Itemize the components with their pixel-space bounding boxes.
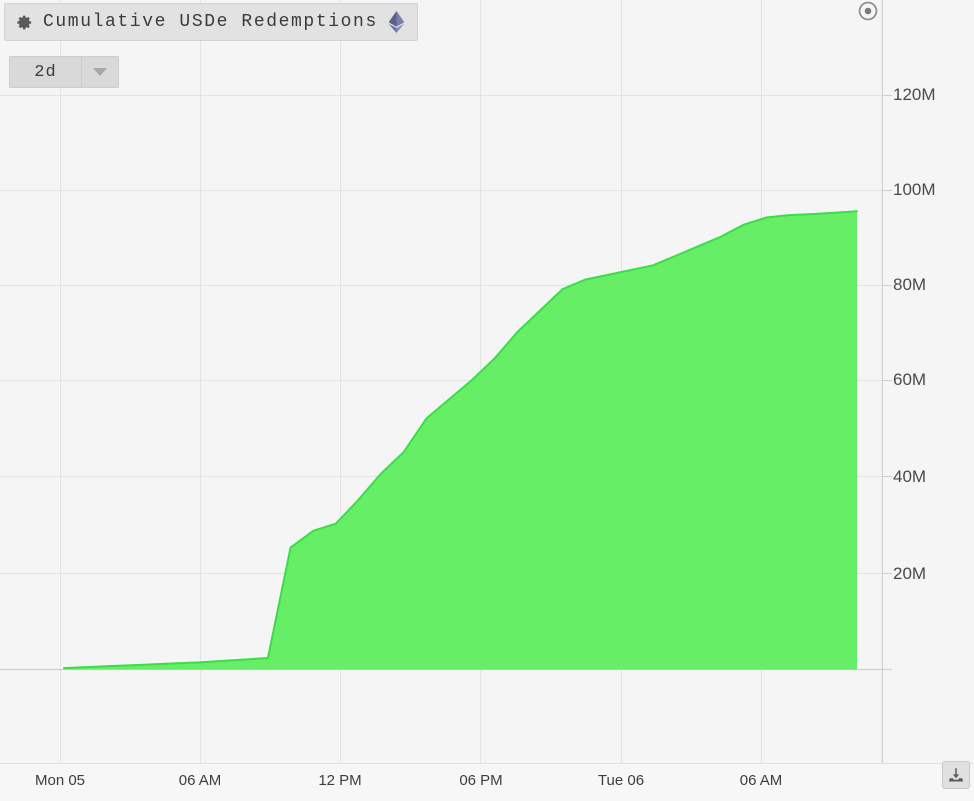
range-selector-dropdown-button[interactable] — [81, 56, 119, 88]
y-tick-label-60m: 60M — [893, 370, 927, 389]
plot-area[interactable] — [0, 0, 883, 763]
x-tick-label-06pm: 06 PM — [459, 772, 503, 789]
x-tick-label-12pm: 12 PM — [318, 772, 362, 789]
x-tick-label-06am-1: 06 AM — [178, 772, 222, 789]
record-target-icon[interactable] — [857, 0, 879, 22]
x-tick-label-tue06: Tue 06 — [597, 772, 645, 789]
y-tick-label-40m: 40M — [893, 467, 927, 486]
gear-icon[interactable] — [16, 14, 33, 31]
area-chart-svg — [0, 0, 883, 763]
y-tick-label-80m: 80M — [893, 275, 927, 294]
x-tick-label-06am-2: 06 AM — [739, 772, 783, 789]
chevron-down-icon — [93, 68, 107, 76]
y-tick-label-120m: 120M — [893, 85, 936, 104]
x-tick-label-mon05: Mon 05 — [34, 772, 86, 789]
area-fill-path — [64, 211, 857, 670]
y-tick-label-100m: 100M — [893, 180, 936, 199]
download-button[interactable] — [942, 761, 970, 789]
ethereum-icon — [388, 11, 405, 33]
range-selector-value[interactable]: 2d — [9, 56, 81, 88]
chart-widget: 120M 100M 80M 60M 40M 20M Mon 05 06 AM 1… — [0, 0, 974, 801]
chart-title: Cumulative USDe Redemptions — [43, 12, 378, 32]
range-selector[interactable]: 2d — [9, 56, 119, 88]
download-icon — [948, 768, 964, 782]
chart-title-bar[interactable]: Cumulative USDe Redemptions — [4, 3, 418, 41]
y-tick-label-20m: 20M — [893, 564, 927, 583]
